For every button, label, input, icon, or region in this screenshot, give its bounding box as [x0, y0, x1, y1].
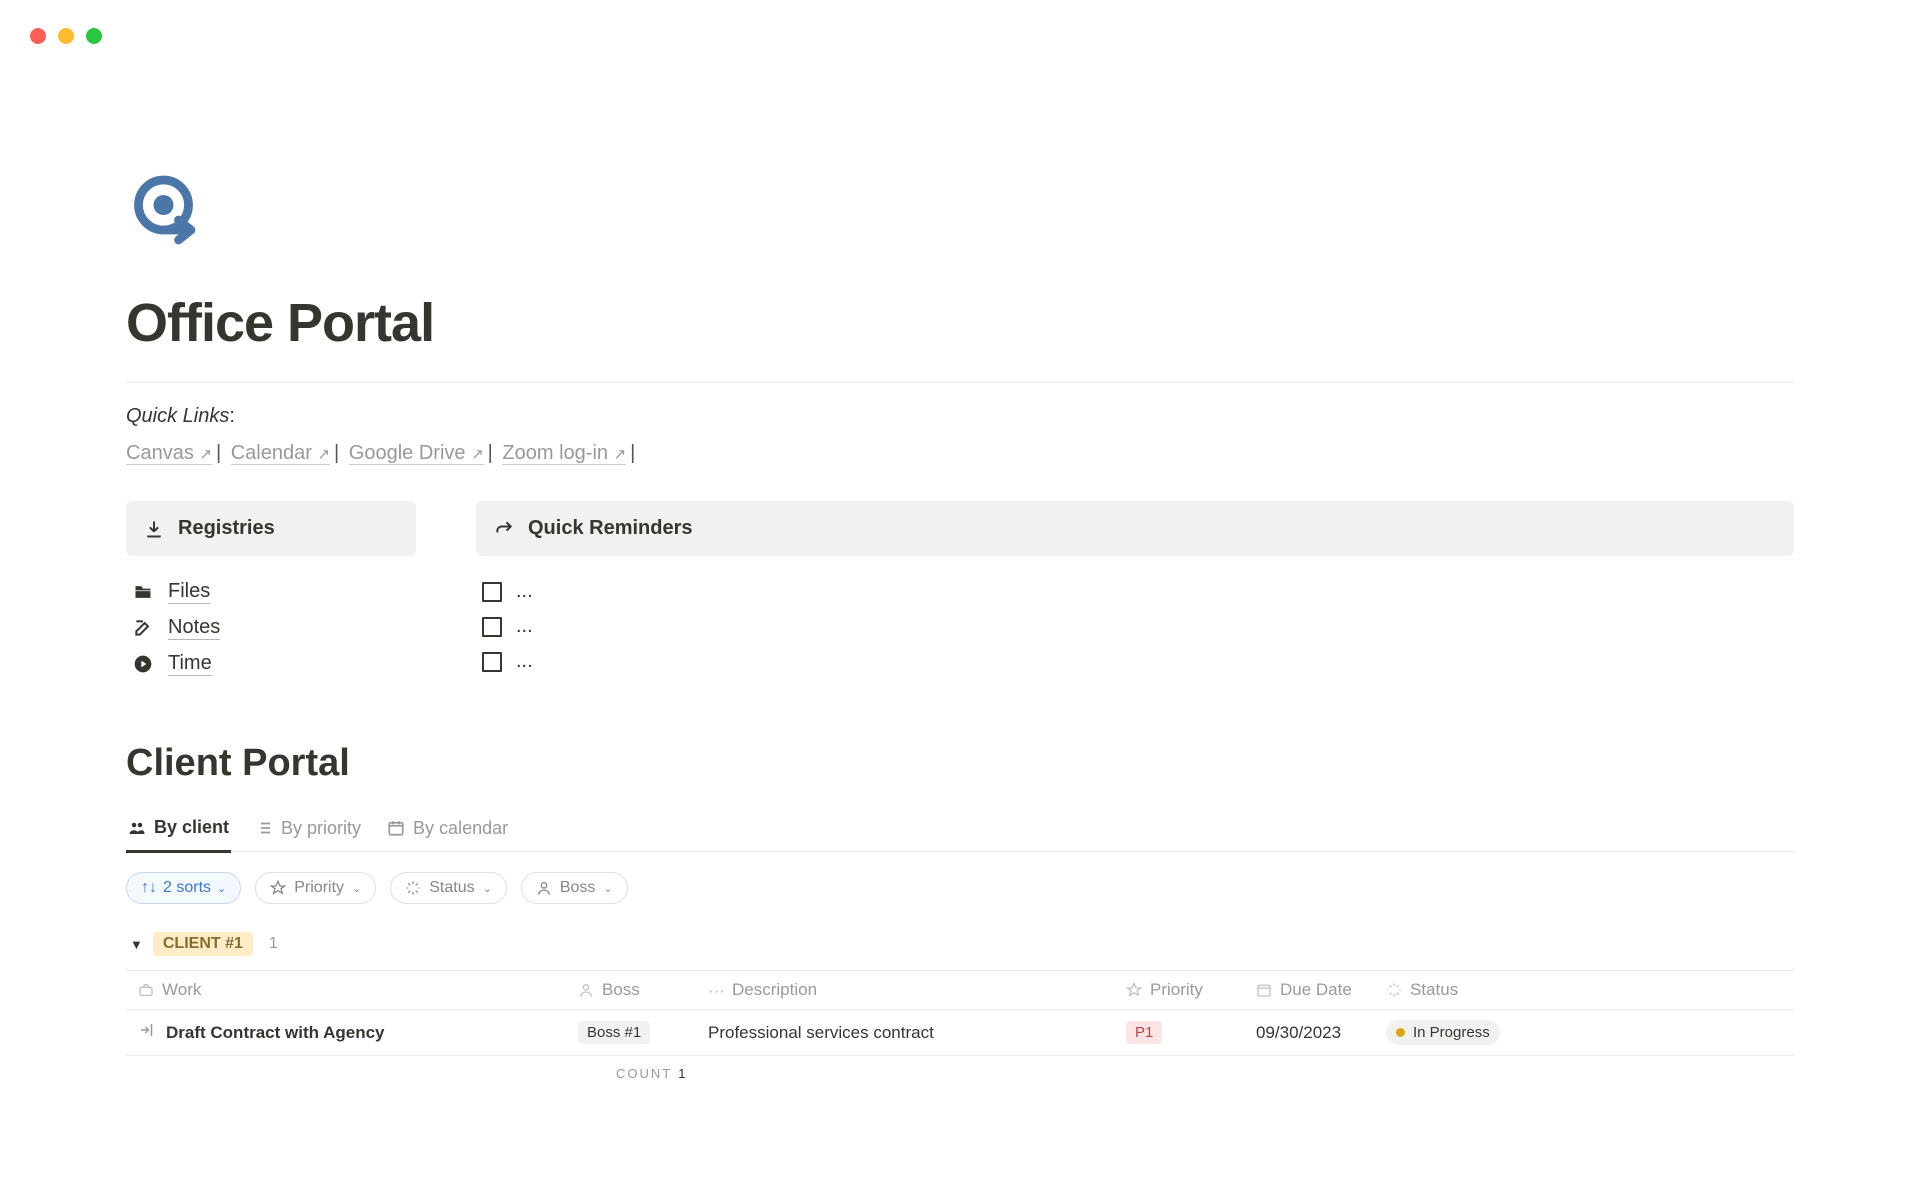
checkbox-icon[interactable] [482, 652, 502, 672]
registry-item-time[interactable]: Time [126, 646, 416, 682]
count-label: COUNT [126, 1066, 672, 1081]
column-header-add[interactable] [1534, 971, 1794, 1010]
quick-link-google-drive[interactable]: Google Drive ↗ [349, 442, 484, 465]
arrow-redo-icon [494, 519, 514, 539]
briefcase-icon [138, 982, 154, 998]
column-header-priority[interactable]: Priority [1114, 971, 1244, 1010]
group-label: CLIENT #1 [153, 932, 253, 956]
database-tabs: By client By priority By calendar [126, 811, 1794, 852]
reminder-item[interactable]: ... [476, 644, 1794, 679]
more-icon: ⋯ [708, 982, 724, 998]
divider [126, 382, 1794, 383]
sorts-button[interactable]: ↑↓ 2 sorts ⌄ [126, 872, 241, 904]
quick-link-canvas[interactable]: Canvas ↗ [126, 442, 212, 465]
sort-icon: ↑↓ [141, 879, 157, 897]
cell-boss-tag: Boss #1 [578, 1021, 650, 1044]
folder-icon [132, 582, 154, 602]
tab-by-priority[interactable]: By priority [253, 811, 363, 851]
column-header-boss[interactable]: Boss [566, 971, 696, 1010]
download-icon [144, 519, 164, 539]
quick-link-calendar[interactable]: Calendar ↗ [231, 442, 330, 465]
status-dot-icon [1396, 1028, 1405, 1037]
table-row[interactable]: Draft Contract with Agency Boss #1 Profe… [126, 1010, 1794, 1056]
calendar-icon [387, 819, 405, 837]
spinner-icon [405, 880, 421, 896]
collapse-toggle-icon[interactable]: ▼ [130, 937, 143, 952]
star-icon [270, 880, 286, 896]
column-header-description[interactable]: ⋯ Description [696, 971, 1114, 1010]
window-controls [30, 28, 102, 44]
chevron-down-icon: ⌄ [603, 882, 612, 895]
count-value: 1 [672, 1066, 685, 1081]
filter-status[interactable]: Status ⌄ [390, 872, 507, 904]
quick-link-zoom[interactable]: Zoom log-in ↗ [502, 442, 626, 465]
group-header[interactable]: ▼ CLIENT #1 1 [126, 932, 1794, 956]
registry-item-notes[interactable]: Notes [126, 610, 416, 646]
column-header-due-date[interactable]: Due Date [1244, 971, 1374, 1010]
filter-boss[interactable]: Boss ⌄ [521, 872, 628, 904]
registries-heading: Registries [126, 501, 416, 556]
column-header-status[interactable]: Status [1374, 971, 1534, 1010]
reminder-item[interactable]: ... [476, 574, 1794, 609]
reminders-heading: Quick Reminders [476, 501, 1794, 556]
cell-status-pill: In Progress [1386, 1020, 1500, 1045]
reminder-text: ... [516, 615, 533, 638]
chevron-down-icon: ⌄ [217, 882, 226, 895]
cell-priority-tag: P1 [1126, 1021, 1162, 1044]
page-logo [126, 170, 206, 250]
reminder-text: ... [516, 580, 533, 603]
maximize-window-button[interactable] [86, 28, 102, 44]
registry-item-label: Notes [168, 616, 220, 640]
chevron-down-icon: ⌄ [352, 882, 361, 895]
page-icon [138, 1021, 156, 1044]
star-icon [1126, 982, 1142, 998]
quick-links-row: Canvas ↗| Calendar ↗| Google Drive ↗| Zo… [126, 442, 1794, 465]
group-icon [128, 819, 146, 837]
registry-item-files[interactable]: Files [126, 574, 416, 610]
play-icon [132, 654, 154, 674]
spinner-icon [1386, 982, 1402, 998]
person-icon [536, 880, 552, 896]
quick-links-heading: Quick Links: [126, 405, 1794, 428]
cell-description: Professional services contract [696, 1010, 1114, 1056]
reminder-text: ... [516, 650, 533, 673]
list-icon [255, 819, 273, 837]
cell-due-date: 09/30/2023 [1244, 1010, 1374, 1056]
group-count: 1 [263, 935, 278, 953]
registry-item-label: Time [168, 652, 212, 676]
person-icon [578, 982, 594, 998]
column-header-work[interactable]: Work [126, 971, 566, 1010]
reminder-item[interactable]: ... [476, 609, 1794, 644]
close-window-button[interactable] [30, 28, 46, 44]
edit-icon [132, 618, 154, 638]
page-title: Office Portal [126, 292, 1794, 354]
registry-item-label: Files [168, 580, 210, 604]
filter-priority[interactable]: Priority ⌄ [255, 872, 376, 904]
chevron-down-icon: ⌄ [483, 882, 492, 895]
section-title-client-portal: Client Portal [126, 742, 1794, 785]
minimize-window-button[interactable] [58, 28, 74, 44]
calendar-icon [1256, 982, 1272, 998]
tab-by-calendar[interactable]: By calendar [385, 811, 510, 851]
checkbox-icon[interactable] [482, 617, 502, 637]
checkbox-icon[interactable] [482, 582, 502, 602]
table-footer: COUNT 1 [126, 1056, 1794, 1081]
database-table: Work Boss ⋯ Des [126, 970, 1794, 1056]
cell-work-title: Draft Contract with Agency [166, 1023, 385, 1043]
tab-by-client[interactable]: By client [126, 811, 231, 853]
